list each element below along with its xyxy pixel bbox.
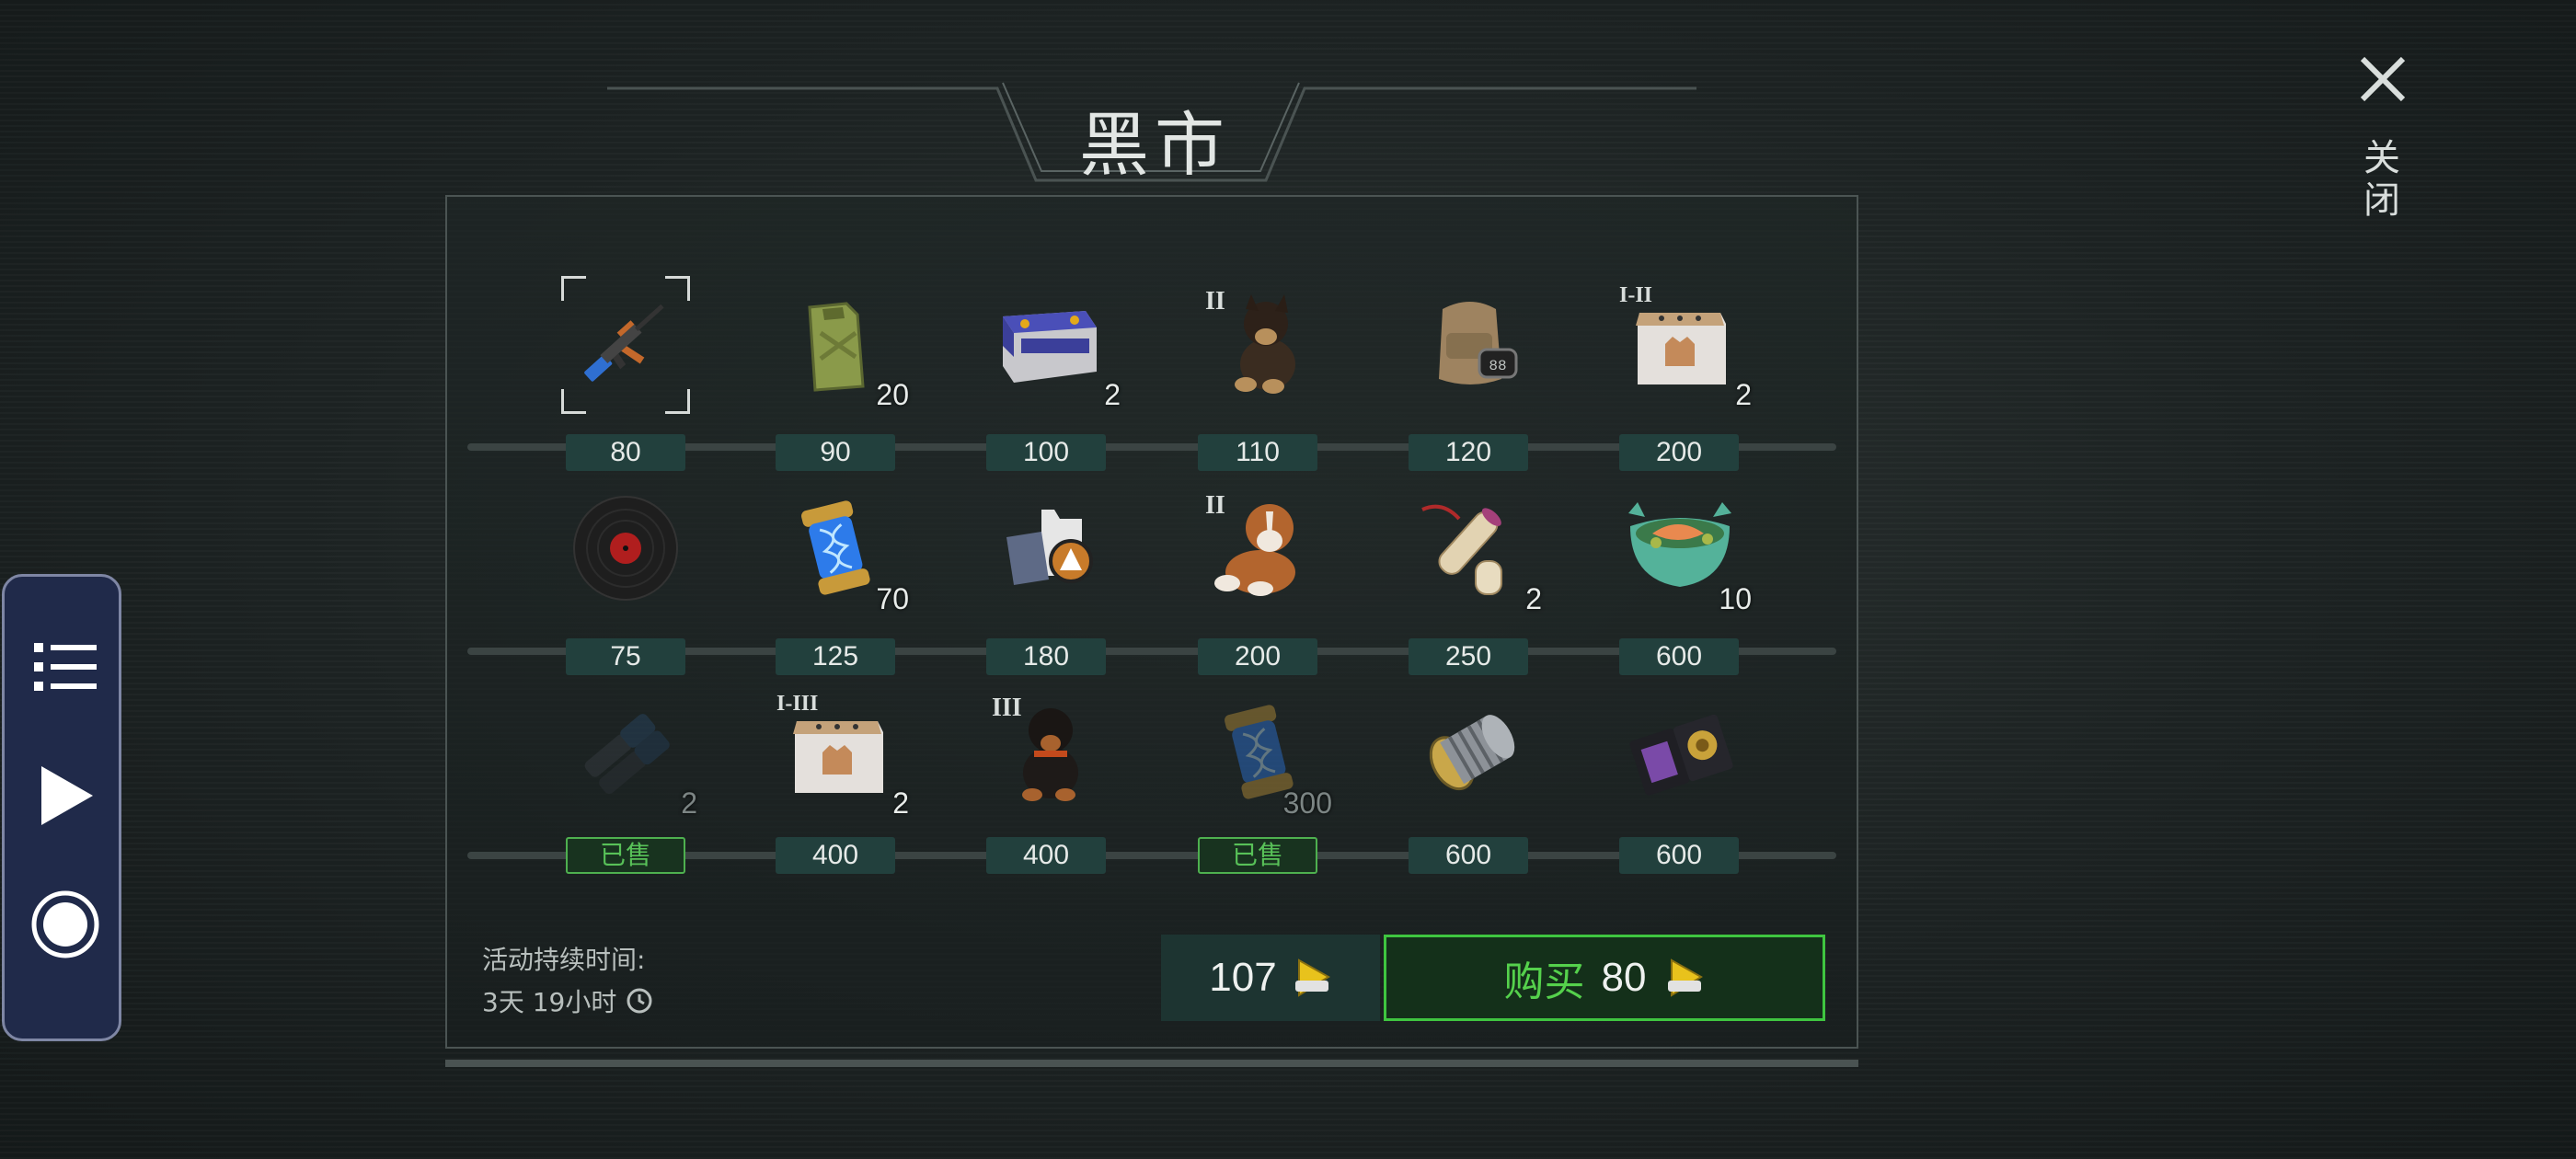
list-button[interactable] xyxy=(30,632,100,702)
price-tag: 180 xyxy=(986,638,1106,675)
vinyl-record-icon xyxy=(573,496,678,601)
item-slot-salmon-bowl[interactable]: 10 xyxy=(1616,480,1752,618)
mystery-box-icon xyxy=(1636,313,1726,384)
police-badge-wallet-icon xyxy=(1629,714,1733,796)
item-count: 2 xyxy=(892,786,909,820)
item-slot-binoculars[interactable]: 2 xyxy=(561,684,697,822)
item-count: 300 xyxy=(1282,786,1332,820)
close-label[interactable]: 关闭 xyxy=(2357,138,2405,223)
price-tag: 600 xyxy=(1409,837,1528,874)
dog-rottweiler-puppy-icon xyxy=(1022,708,1078,801)
item-count: 2 xyxy=(1735,378,1752,411)
price-tag: 120 xyxy=(1409,434,1528,471)
svg-text:88: 88 xyxy=(1489,358,1506,374)
price-tag: 100 xyxy=(986,434,1106,471)
car-battery-icon xyxy=(1003,311,1097,383)
item-count: 2 xyxy=(1104,378,1121,411)
buy-button[interactable]: 购买 80 xyxy=(1384,935,1825,1021)
blueprint-scrolls-icon xyxy=(1421,504,1502,595)
item-slot-dog-shepherd-puppy[interactable]: II xyxy=(1196,276,1325,414)
close-icon xyxy=(2360,56,2406,102)
item-slot-ak-rifle[interactable] xyxy=(561,276,690,414)
title-banner: 黑市 xyxy=(598,81,1711,189)
panel-bottom-bar xyxy=(445,1060,1858,1067)
item-slot-engine-part[interactable] xyxy=(1406,684,1535,822)
currency-balance: 107 xyxy=(1161,935,1380,1021)
price-tag: 90 xyxy=(776,434,895,471)
backpack-icon: 88 xyxy=(1439,302,1518,384)
play-button[interactable] xyxy=(30,761,100,831)
item-slot-dna-capsule[interactable]: 300 xyxy=(1196,684,1332,822)
item-slot-mystery-box[interactable]: I-II 2 xyxy=(1616,276,1752,414)
record-button[interactable] xyxy=(30,889,100,959)
price-tag: 400 xyxy=(776,837,895,874)
list-icon xyxy=(34,643,97,691)
price-tag: 200 xyxy=(1198,638,1317,675)
item-slot-dog-rottweiler-puppy[interactable]: III xyxy=(984,684,1113,822)
price-tag: 80 xyxy=(566,434,685,471)
price-tag: 600 xyxy=(1619,638,1739,675)
mystery-box-icon xyxy=(793,721,883,793)
item-count: 2 xyxy=(1525,582,1542,615)
item-count: 70 xyxy=(876,582,909,615)
item-count: 10 xyxy=(1719,582,1752,615)
engine-part-icon xyxy=(1429,715,1515,791)
item-slot-vinyl-record[interactable] xyxy=(561,480,690,618)
page-title: 黑市 xyxy=(1079,104,1230,186)
item-count: 20 xyxy=(876,378,909,411)
dog-stbernard-puppy-icon xyxy=(1214,504,1295,596)
binoculars-icon xyxy=(584,714,670,795)
genesis-coin-icon xyxy=(1294,958,1330,997)
price-tag: 200 xyxy=(1619,434,1739,471)
price-tag: 400 xyxy=(986,837,1106,874)
duration-value: 3天 19小时 xyxy=(482,982,653,1019)
item-slot-dog-stbernard-puppy[interactable]: II xyxy=(1196,480,1325,618)
dog-shepherd-puppy-icon xyxy=(1235,294,1295,394)
close-button[interactable] xyxy=(2355,52,2410,107)
balance-amount: 107 xyxy=(1209,955,1277,1000)
price-tag: 125 xyxy=(776,638,895,675)
item-slot-police-badge-wallet[interactable] xyxy=(1616,684,1744,822)
price-tag: 250 xyxy=(1409,638,1528,675)
item-slot-backpack[interactable]: 88 xyxy=(1406,276,1535,414)
item-slot-fuel-jerrycan[interactable]: 20 xyxy=(773,276,909,414)
outfit-set-icon xyxy=(1006,510,1093,585)
item-slot-outfit-set[interactable] xyxy=(984,480,1113,618)
side-dock xyxy=(2,574,121,1041)
play-icon xyxy=(41,766,93,825)
genesis-coin-icon xyxy=(1668,958,1704,997)
price-tag: 600 xyxy=(1619,837,1739,874)
buy-label: 购买 xyxy=(1503,958,1585,1005)
ak-rifle-icon xyxy=(584,304,664,382)
item-slot-blueprint-scrolls[interactable]: 2 xyxy=(1406,480,1542,618)
sold-tag: 已售 xyxy=(1198,837,1317,874)
item-slot-car-battery[interactable]: 2 xyxy=(984,276,1121,414)
item-slot-mystery-box[interactable]: I-III 2 xyxy=(773,684,909,822)
record-icon xyxy=(31,890,99,958)
sold-tag: 已售 xyxy=(566,837,685,874)
item-count: 2 xyxy=(681,786,697,820)
price-tag: 110 xyxy=(1198,434,1317,471)
price-tag: 75 xyxy=(566,638,685,675)
buy-price: 80 xyxy=(1601,955,1647,1000)
duration-text: 3天 19小时 xyxy=(482,987,617,1017)
item-slot-dna-capsule[interactable]: 70 xyxy=(773,480,909,618)
duration-label: 活动持续时间: xyxy=(482,945,646,975)
clock-icon xyxy=(627,988,652,1014)
